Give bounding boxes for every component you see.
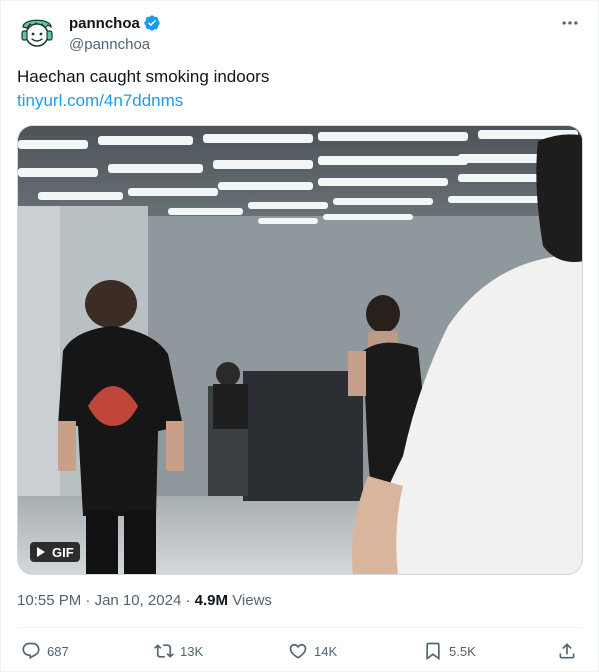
tweet-text: Haechan caught smoking indoors tinyurl.c… — [17, 65, 269, 113]
views-label: Views — [232, 592, 272, 609]
action-bar: 687 13K 14K 5.5K — [17, 637, 582, 667]
pannchoa-logo-icon — [21, 19, 53, 47]
gif-badge[interactable]: GIF — [30, 542, 80, 562]
tweet-date[interactable]: Jan 10, 2024 — [95, 592, 182, 609]
meta-separator-2: · — [185, 592, 191, 609]
views-count: 4.9M — [194, 592, 229, 609]
display-name[interactable]: pannchoa — [69, 15, 140, 32]
more-horizontal-icon — [562, 21, 578, 25]
bookmark-button[interactable]: 5.5K — [423, 641, 476, 661]
retweet-count: 13K — [180, 643, 204, 659]
reply-icon — [22, 642, 40, 660]
like-count: 14K — [314, 643, 338, 659]
tweet-time[interactable]: 10:55 PM — [17, 592, 81, 609]
meta-separator: · — [85, 592, 91, 609]
share-button[interactable] — [557, 641, 583, 661]
avatar[interactable] — [17, 13, 57, 53]
retweet-button[interactable]: 13K — [154, 641, 203, 661]
name-row: pannchoa — [69, 13, 161, 33]
user-info: pannchoa @pannchoa — [69, 13, 161, 55]
divider — [17, 627, 582, 628]
user-handle[interactable]: @pannchoa — [69, 35, 161, 55]
verified-badge-icon — [144, 15, 160, 31]
gif-badge-label: GIF — [52, 544, 74, 560]
tweet-body: Haechan caught smoking indoors — [17, 67, 270, 86]
tweet-link[interactable]: tinyurl.com/4n7ddnms — [17, 89, 269, 113]
reply-button[interactable]: 687 — [21, 641, 69, 661]
heart-icon — [289, 643, 307, 659]
play-icon — [37, 547, 45, 557]
bookmark-icon — [426, 642, 440, 661]
share-icon — [559, 643, 575, 659]
tweet-meta: 10:55 PM · Jan 10, 2024 · 4.9M Views — [17, 591, 272, 611]
more-options-button[interactable] — [558, 11, 582, 35]
like-button[interactable]: 14K — [288, 641, 337, 661]
reply-count: 687 — [47, 643, 69, 659]
tweet-media-gif[interactable]: GIF — [17, 125, 583, 575]
tweet-card: pannchoa @pannchoa Haechan caught smokin… — [0, 0, 599, 672]
retweet-icon — [154, 644, 174, 658]
bookmark-count: 5.5K — [449, 643, 476, 659]
gif-frame-image — [18, 126, 582, 574]
